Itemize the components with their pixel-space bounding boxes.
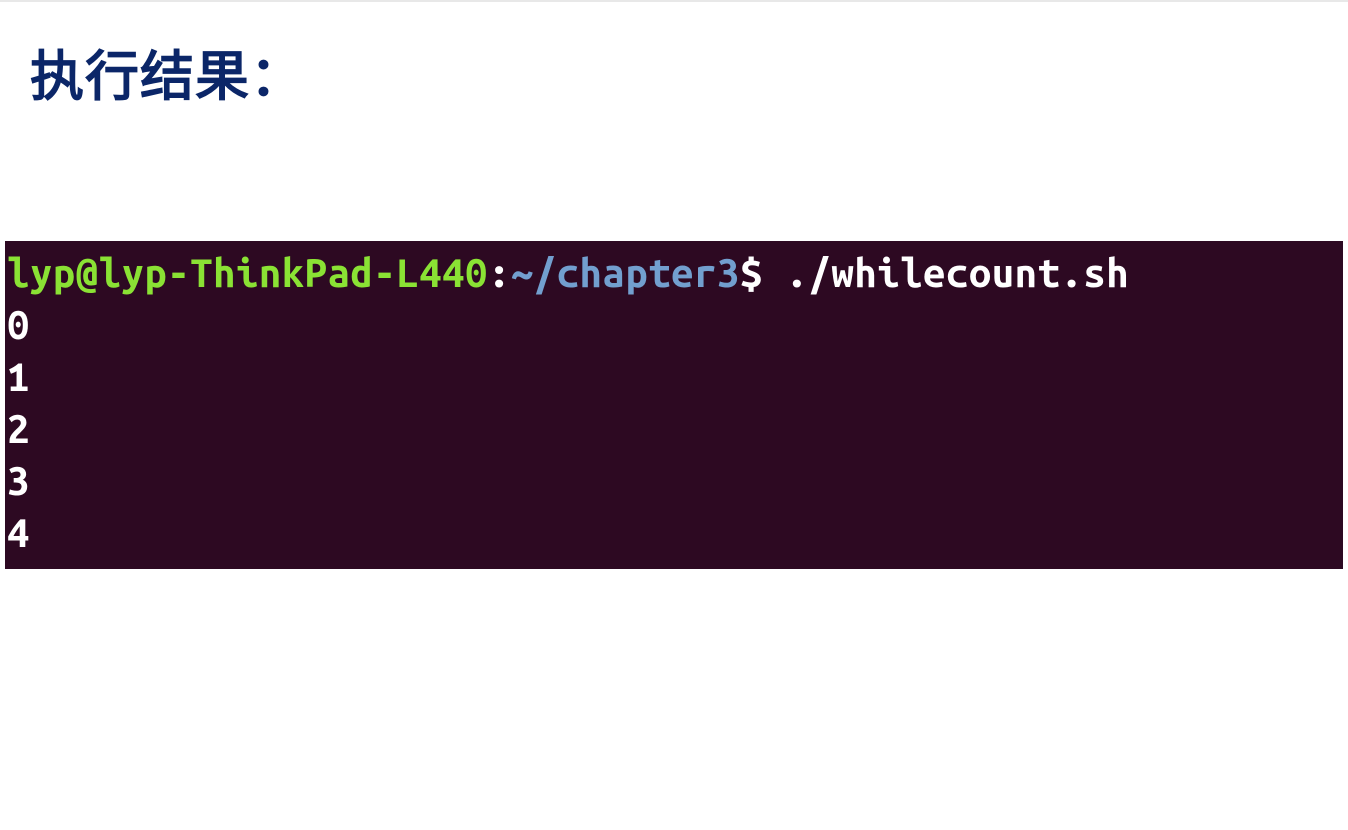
terminal-output-line: 3 <box>7 455 1341 507</box>
terminal-colon: : <box>488 250 511 295</box>
terminal-output-line: 1 <box>7 351 1341 403</box>
terminal-at: @ <box>76 250 99 295</box>
terminal-output-line: 0 <box>7 299 1341 351</box>
terminal-window: lyp@lyp-ThinkPad-L440:~/chapter3$ ./whil… <box>5 241 1343 569</box>
terminal-prompt-line: lyp@lyp-ThinkPad-L440:~/chapter3$ ./whil… <box>7 247 1341 299</box>
terminal-output-line: 4 <box>7 507 1341 559</box>
terminal-output-line: 2 <box>7 403 1341 455</box>
terminal-dollar: $ <box>740 250 763 295</box>
terminal-host: lyp-ThinkPad-L440 <box>99 250 488 295</box>
terminal-path: ~/chapter3 <box>511 250 740 295</box>
terminal-user: lyp <box>7 250 76 295</box>
terminal-command: ./whilecount.sh <box>763 250 1129 295</box>
page-title: 执行结果： <box>0 2 1348 111</box>
